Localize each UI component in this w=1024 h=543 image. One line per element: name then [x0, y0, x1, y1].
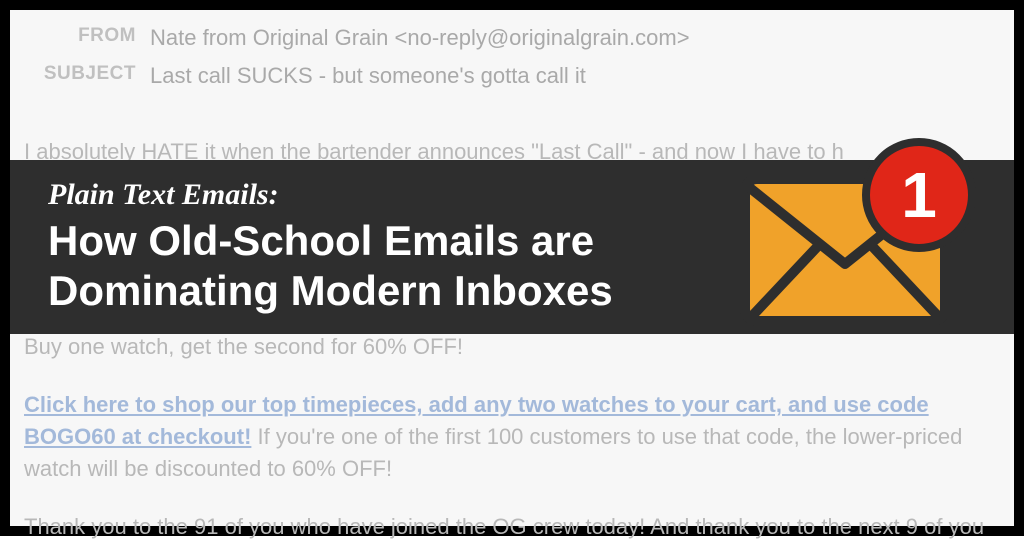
email-subject-row: SUBJECT Last call SUCKS - but someone's … — [24, 60, 1000, 92]
headline: How Old-School Emails are Dominating Mod… — [48, 216, 613, 315]
subject-value: Last call SUCKS - but someone's gotta ca… — [150, 60, 586, 92]
kicker: Plain Text Emails: — [48, 178, 613, 212]
overlay-text: Plain Text Emails: How Old-School Emails… — [48, 178, 613, 315]
subject-label: SUBJECT — [24, 60, 150, 92]
headline-line-2: Dominating Modern Inboxes — [48, 267, 613, 314]
from-label: FROM — [24, 22, 150, 54]
notification-badge: 1 — [862, 138, 976, 252]
envelope-graphic: 1 — [740, 118, 972, 366]
body-cta: Click here to shop our top timepieces, a… — [24, 389, 1000, 485]
email-from-row: FROM Nate from Original Grain <no-reply@… — [24, 22, 1000, 54]
from-value: Nate from Original Grain <no-reply@origi… — [150, 22, 690, 54]
badge-count: 1 — [901, 163, 937, 227]
headline-line-1: How Old-School Emails are — [48, 217, 594, 264]
body-line-7: Thank you to the 91 of you who have join… — [24, 511, 1000, 543]
promo-card: FROM Nate from Original Grain <no-reply@… — [0, 0, 1024, 536]
